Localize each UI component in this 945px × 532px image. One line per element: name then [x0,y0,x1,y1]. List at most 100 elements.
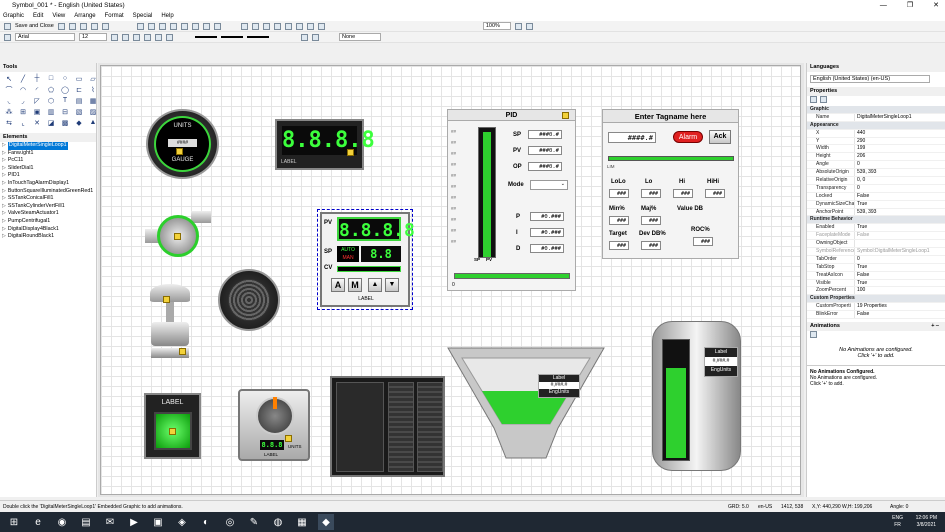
align-center-icon[interactable] [147,22,155,30]
property-value[interactable]: False [854,311,945,319]
plc-rack-symbol[interactable] [330,376,445,477]
close-button[interactable]: ✕ [933,0,939,11]
property-value[interactable]: Symbol:DigitalMeterSingleLoop1 [854,248,945,255]
property-value[interactable]: 199 [854,145,945,153]
tool-button[interactable]: ▱ [88,74,98,83]
grid-icon[interactable] [284,22,292,30]
roc-field[interactable]: ### [693,237,713,246]
tool-button[interactable]: ⬠ [46,85,56,94]
bold-icon[interactable] [111,33,118,41]
property-value[interactable]: 440 [854,129,945,137]
gauge-symbol[interactable]: UNITS #### GAUGE [146,109,219,179]
tool-button[interactable]: ▥ [46,107,56,116]
expand-icon[interactable]: ▷ [2,233,6,241]
tool-button[interactable]: ✕ [32,118,42,127]
tool-button[interactable]: ┼ [32,74,42,83]
property-row[interactable]: BlinkError False [807,311,945,320]
text-right-icon[interactable] [166,33,173,41]
taskbar-clock[interactable]: 12:06 PM 3/8/2021 [916,515,937,529]
property-row[interactable]: TabStop True [807,263,945,272]
tool-button[interactable]: ▤ [74,96,84,105]
tool-button[interactable]: ▧ [74,107,84,116]
zoom-out-icon[interactable] [317,22,325,30]
menu-help[interactable]: Help [161,11,173,21]
tool-button[interactable]: ▩ [60,118,70,127]
app4-icon[interactable]: ◍ [270,514,286,530]
rotate-icon[interactable] [251,22,259,30]
property-row[interactable]: TreatAsIcon False [807,271,945,280]
pid-faceplate[interactable]: PID ## ## ## ## ## ## ## ## ## ## ## SP … [447,109,576,291]
language-select[interactable]: English (United States) (en-US) [810,75,930,83]
lo-field[interactable]: ### [641,189,661,198]
valve-symbol[interactable] [145,284,195,361]
property-value[interactable]: True [854,200,945,208]
loop-down-button[interactable]: ▼ [385,278,399,292]
conical-tank-symbol[interactable]: Label #,###.# EngUnits [446,346,606,461]
line-weight-icon[interactable] [301,33,308,41]
pid-p-field[interactable]: #0.### [530,212,564,221]
property-value[interactable]: True [854,224,945,232]
pid-sp-field[interactable]: ###0.# [528,130,562,139]
expand-icon[interactable]: ▷ [2,165,6,173]
intouch-icon[interactable]: ◆ [318,514,334,530]
edge-icon[interactable]: e [30,514,46,530]
loop-auto-button[interactable]: A [331,278,345,292]
loop-manual-button[interactable]: M [348,278,362,292]
maximize-button[interactable]: ❐ [907,0,913,11]
zoom-select[interactable]: 100% [482,22,511,30]
pid-op-field[interactable]: ###0.# [528,162,562,171]
taskbar-lang[interactable]: ENG FR [892,515,903,529]
property-value[interactable]: False [854,232,945,240]
property-row[interactable]: X 440 [807,129,945,138]
tool-button[interactable]: ⌒ [4,85,14,94]
property-row[interactable]: Locked False [807,192,945,201]
expand-icon[interactable]: ▷ [2,203,6,211]
terminal-icon[interactable]: ▣ [150,514,166,530]
pump-symbol[interactable] [145,211,213,261]
property-value[interactable]: 0 [854,161,945,169]
align-left-icon[interactable] [136,22,144,30]
dev-db-field[interactable]: ### [641,241,661,250]
slider-dial-symbol[interactable]: 8.8.8 LABEL UNITS [238,389,310,461]
element-item[interactable]: ▷ InTouchTagAlarmDisplay1 [2,180,96,188]
menu-special[interactable]: Special [133,11,153,21]
tool-button[interactable]: ◯ [60,85,70,94]
property-category[interactable]: Custom Properties [807,295,945,304]
property-row[interactable]: RelativeOrigin 0, 0 [807,177,945,185]
hi-field[interactable]: ### [673,189,693,198]
fit-icon[interactable] [514,22,522,30]
expand-icon[interactable]: ▷ [2,226,6,234]
group-icon[interactable] [202,22,210,30]
snap-icon[interactable] [295,22,303,30]
property-value[interactable]: 290 [854,137,945,145]
min-pct-field[interactable]: ### [609,216,629,225]
sort-az-icon[interactable] [820,96,827,103]
property-value[interactable] [854,240,945,248]
property-value[interactable]: True [854,279,945,287]
pid-mode-select[interactable]: ⌄ [530,180,568,190]
tool-button[interactable]: ⊏ [74,85,84,94]
element-item[interactable]: ▷ DigitalRoundBlack1 [2,233,96,241]
app5-icon[interactable]: ▦ [294,514,310,530]
maj-pct-field[interactable]: ### [641,216,661,225]
tool-button[interactable]: ◜ [32,85,42,94]
property-row[interactable]: Enabled True [807,224,945,233]
property-row[interactable]: OwningObject [807,240,945,249]
tool-button[interactable]: □ [46,74,56,83]
property-row[interactable]: Angle 0 [807,161,945,170]
save-close-button[interactable]: Save and Close [15,23,54,29]
hihi-field[interactable]: ### [705,189,725,198]
underline-icon[interactable] [133,33,140,41]
property-row[interactable]: FaceplateMode False [807,232,945,241]
save-icon[interactable] [4,22,11,30]
explorer-icon[interactable]: ▤ [78,514,94,530]
copy-icon[interactable] [68,22,76,30]
expand-icon[interactable]: ▷ [2,188,6,196]
property-value[interactable]: 539, 393 [854,169,945,177]
tool-button[interactable]: ◠ [18,85,28,94]
text-left-icon[interactable] [144,33,151,41]
element-item[interactable]: ▷ DigitalMeterSingleLoop1 [2,142,96,150]
lolo-field[interactable]: ### [609,189,629,198]
app1-icon[interactable]: ◐ [198,514,214,530]
line-color-swatch[interactable] [195,36,217,38]
